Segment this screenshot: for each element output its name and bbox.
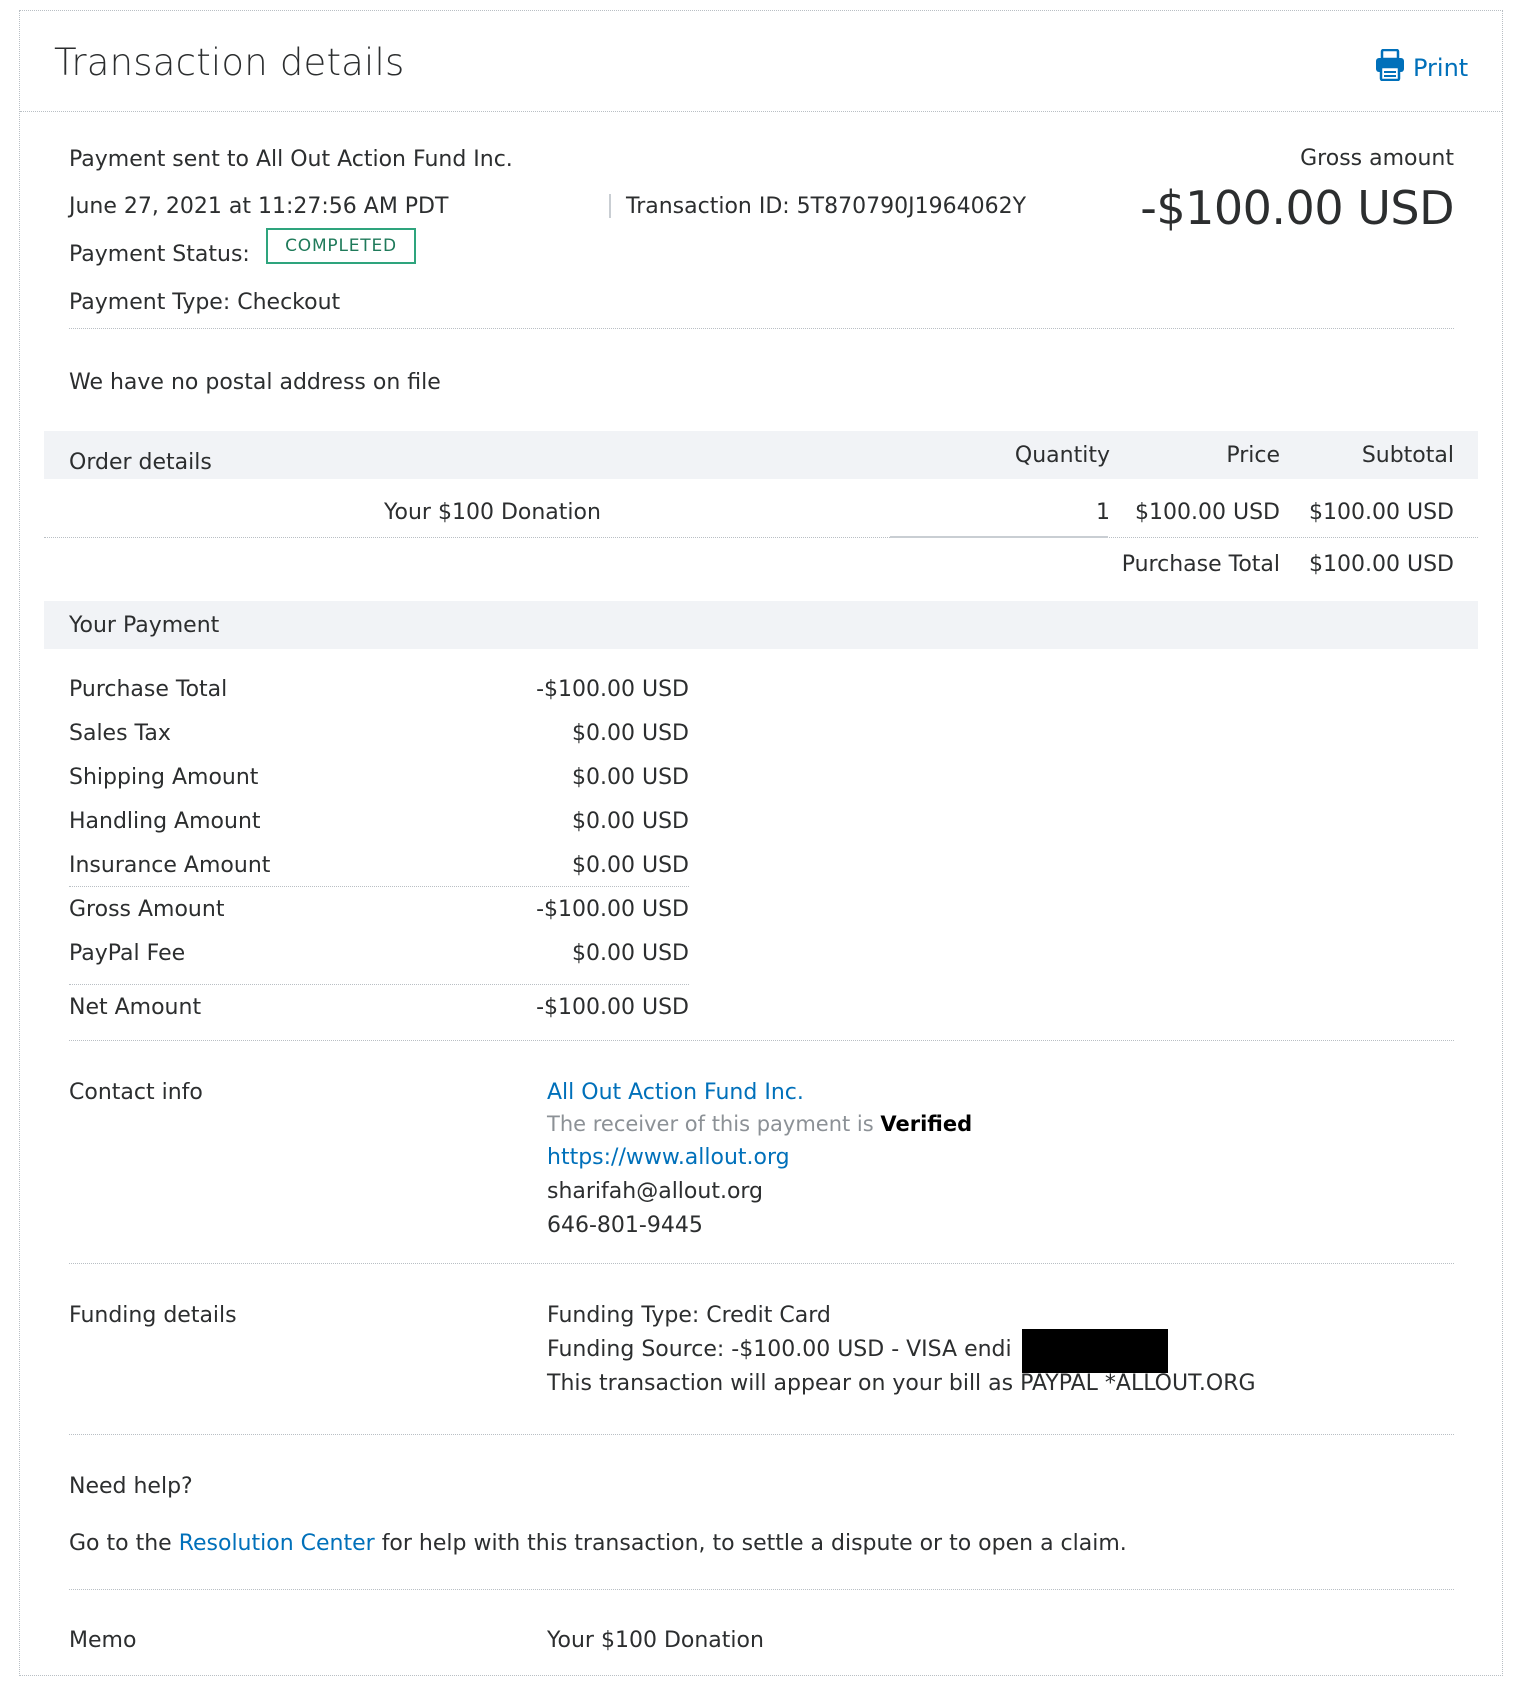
gross-amount-row-value: -$100.00 USD <box>536 897 689 922</box>
payment-status-label: Payment Status: <box>69 242 250 267</box>
summary-divider <box>69 328 1454 329</box>
memo-value: Your $100 Donation <box>547 1628 764 1653</box>
order-row-divider <box>44 537 1478 538</box>
gross-amount-row-label: Gross Amount <box>69 897 225 922</box>
help-text: Go to the Resolution Center for help wit… <box>69 1530 1127 1558</box>
verified-prefix: The receiver of this payment is <box>547 1112 874 1136</box>
print-button[interactable]: Print <box>1375 48 1469 87</box>
help-text-after: for help with this transaction, to settl… <box>381 1531 1127 1556</box>
status-badge: COMPLETED <box>266 228 416 264</box>
header-divider <box>20 111 1502 112</box>
contact-name-link[interactable]: All Out Action Fund Inc. <box>547 1079 804 1107</box>
handling-amount-label: Handling Amount <box>69 809 261 834</box>
funding-type: Funding Type: Credit Card <box>547 1303 831 1328</box>
paypal-fee-label: PayPal Fee <box>69 941 186 966</box>
order-details-title: Order details <box>69 450 212 475</box>
funding-details-label: Funding details <box>69 1303 237 1328</box>
printer-icon <box>1375 48 1405 87</box>
your-payment-title: Your Payment <box>69 613 220 638</box>
price-column-header: Price <box>1226 443 1280 468</box>
separator-bar <box>609 194 611 218</box>
gross-amount-label: Gross amount <box>1300 146 1454 171</box>
purchase-total-label: Purchase Total <box>1121 552 1280 577</box>
memo-label: Memo <box>69 1628 137 1653</box>
postal-address-note: We have no postal address on file <box>69 370 441 395</box>
page-title: Transaction details <box>54 41 405 84</box>
net-divider <box>69 984 689 985</box>
website-link[interactable]: https://www.allout.org <box>547 1144 790 1172</box>
order-details-header: Order details Quantity Price Subtotal <box>44 431 1478 479</box>
print-label: Print <box>1413 54 1469 82</box>
contact-divider <box>69 1263 1454 1264</box>
net-amount-value: -$100.00 USD <box>536 995 689 1020</box>
billing-descriptor: This transaction will appear on your bil… <box>547 1371 1256 1396</box>
transaction-datetime: June 27, 2021 at 11:27:56 AM PDT <box>69 194 449 219</box>
purchase-total-row-value: -$100.00 USD <box>536 677 689 702</box>
transaction-details-panel: Transaction details Print Payment sent t… <box>19 10 1503 1676</box>
quantity-column-header: Quantity <box>1014 443 1110 468</box>
contact-phone: 646-801-9445 <box>547 1213 703 1238</box>
order-item-subtotal: $100.00 USD <box>1309 500 1454 525</box>
transaction-id: Transaction ID: 5T870790J1964062Y <box>626 194 1027 219</box>
paypal-fee-value: $0.00 USD <box>572 941 689 966</box>
resolution-center-link[interactable]: Resolution Center <box>179 1531 375 1556</box>
funding-divider <box>69 1434 1454 1435</box>
gross-divider <box>69 886 689 887</box>
subtotal-column-header: Subtotal <box>1361 443 1454 468</box>
order-item-quantity: 1 <box>1096 500 1110 525</box>
purchase-total-value: $100.00 USD <box>1309 552 1454 577</box>
payment-type: Payment Type: Checkout <box>69 290 341 315</box>
gross-amount-value: -$100.00 USD <box>1140 181 1454 235</box>
shipping-amount-label: Shipping Amount <box>69 765 259 790</box>
contact-email: sharifah@allout.org <box>547 1179 764 1204</box>
verified-note: The receiver of this payment is Verified <box>547 1110 972 1138</box>
shipping-amount-value: $0.00 USD <box>572 765 689 790</box>
contact-info-label: Contact info <box>69 1080 203 1105</box>
handling-amount-value: $0.00 USD <box>572 809 689 834</box>
order-item-name: Your $100 Donation <box>384 500 601 525</box>
quantity-underline <box>890 536 1108 538</box>
verified-word: Verified <box>880 1112 973 1136</box>
insurance-amount-label: Insurance Amount <box>69 853 271 878</box>
redaction-block <box>1022 1329 1168 1373</box>
net-amount-label: Net Amount <box>69 995 202 1020</box>
help-divider <box>69 1589 1454 1590</box>
sales-tax-label: Sales Tax <box>69 721 171 746</box>
help-text-before: Go to the <box>69 1531 172 1556</box>
insurance-amount-value: $0.00 USD <box>572 853 689 878</box>
order-item-price: $100.00 USD <box>1135 500 1280 525</box>
funding-source: Funding Source: -$100.00 USD - VISA endi <box>547 1337 1012 1362</box>
payment-recipient: Payment sent to All Out Action Fund Inc. <box>69 147 513 172</box>
need-help-title: Need help? <box>69 1474 193 1499</box>
sales-tax-value: $0.00 USD <box>572 721 689 746</box>
payment-section-divider <box>69 1040 1454 1041</box>
your-payment-header: Your Payment <box>44 601 1478 649</box>
purchase-total-row-label: Purchase Total <box>69 677 228 702</box>
